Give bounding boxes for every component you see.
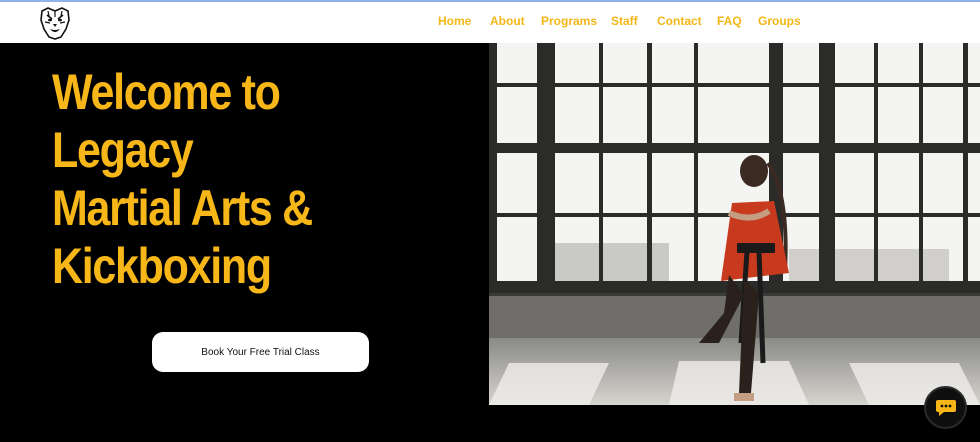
nav-faq[interactable]: FAQ	[717, 14, 742, 28]
nav-home[interactable]: Home	[438, 14, 471, 28]
site-header: Home About Programs Staff Contact FAQ Gr…	[0, 2, 980, 43]
nav-programs[interactable]: Programs	[541, 14, 597, 28]
nav-about[interactable]: About	[490, 14, 525, 28]
headline-line: Kickboxing	[52, 238, 272, 294]
main-nav: Home About Programs Staff Contact FAQ Gr…	[0, 2, 980, 43]
nav-groups[interactable]: Groups	[758, 14, 801, 28]
headline-line: Martial Arts &	[52, 180, 313, 236]
book-free-trial-button[interactable]: Book Your Free Trial Class	[152, 332, 369, 372]
hero-headline: Welcome to Legacy Martial Arts & Kickbox…	[52, 63, 413, 295]
headline-line: Legacy	[52, 122, 194, 178]
headline-line: Welcome to	[52, 64, 281, 120]
chat-bubble-icon	[935, 399, 956, 416]
chat-button[interactable]	[924, 386, 967, 429]
hero-photo	[489, 43, 980, 405]
nav-contact[interactable]: Contact	[657, 14, 702, 28]
nav-staff[interactable]: Staff	[611, 14, 638, 28]
